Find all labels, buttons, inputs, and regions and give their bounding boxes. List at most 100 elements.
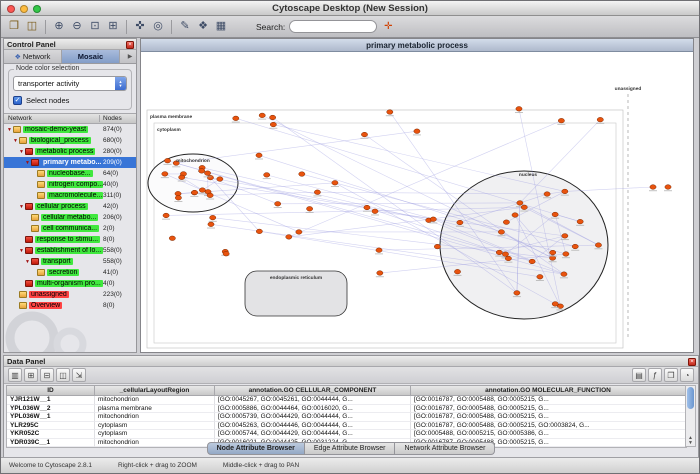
- tree-column-network[interactable]: Network: [4, 115, 100, 122]
- minimize-window-icon[interactable]: [20, 5, 28, 13]
- tree-row-overview[interactable]: Overview8(0): [4, 300, 136, 311]
- tree-row-cellular-metabo[interactable]: cellular metabo...206(0): [4, 212, 136, 223]
- graph-node[interactable]: [274, 202, 282, 209]
- table-row[interactable]: YPL036W__2plasma membrane[GO:0005886, GO…: [7, 405, 686, 414]
- delete-attribute-icon[interactable]: ⊟: [40, 368, 54, 382]
- graph-node[interactable]: [207, 175, 213, 180]
- first-neighbors-icon[interactable]: ✜: [131, 18, 149, 36]
- layout-icon[interactable]: ▦: [212, 18, 230, 36]
- tree-row-establishment-of-lo[interactable]: ▼establishment of lo...558(0): [4, 245, 136, 256]
- graph-node[interactable]: [513, 291, 521, 298]
- graph-node[interactable]: [360, 132, 368, 139]
- table-column-header[interactable]: annotation.GO CELLULAR_COMPONENT: [215, 386, 411, 395]
- zoom-selected-icon[interactable]: ⊡: [86, 18, 104, 36]
- graph-node[interactable]: [551, 212, 559, 219]
- match-attribute-icon[interactable]: ◫: [56, 368, 70, 382]
- graph-node[interactable]: [161, 172, 169, 179]
- table-column-header[interactable]: _cellularLayoutRegion: [95, 386, 215, 395]
- graph-node[interactable]: [562, 252, 570, 258]
- graph-node[interactable]: [223, 251, 229, 256]
- graph-node[interactable]: [413, 129, 421, 136]
- tab-network[interactable]: ❖ Network: [4, 50, 62, 63]
- graph-node[interactable]: [269, 122, 277, 128]
- graph-node[interactable]: [296, 230, 302, 235]
- expander-icon[interactable]: ▼: [18, 149, 25, 155]
- graph-node[interactable]: [198, 188, 206, 195]
- save-session-icon[interactable]: ◫: [23, 18, 41, 36]
- zoom-in-icon[interactable]: ⊕: [50, 18, 68, 36]
- graph-node[interactable]: [561, 189, 569, 196]
- vizmapper-icon[interactable]: ❖: [194, 18, 212, 36]
- tree-row-unassigned[interactable]: unassigned223(0): [4, 289, 136, 300]
- graph-node[interactable]: [543, 192, 551, 199]
- tree-row-response-to-stimu[interactable]: response to stimu...8(0): [4, 234, 136, 245]
- expander-icon[interactable]: ▼: [18, 204, 25, 210]
- attribute-matrix-icon[interactable]: ▤: [632, 368, 646, 382]
- close-panel-icon[interactable]: ×: [126, 41, 134, 49]
- select-nodes-checkbox[interactable]: ✓: [13, 96, 22, 105]
- graph-node[interactable]: [560, 272, 568, 279]
- graph-node[interactable]: [162, 213, 170, 220]
- tab-overflow-arrow-icon[interactable]: ▶: [124, 50, 136, 63]
- tree-row-macromolecule[interactable]: macromolecule...311(0): [4, 190, 136, 201]
- graph-node[interactable]: [551, 302, 559, 309]
- graph-node[interactable]: [512, 213, 518, 218]
- expander-icon[interactable]: ▼: [12, 138, 19, 144]
- table-row[interactable]: YPL036W__1mitochondrion[GO:0005739, GO:0…: [7, 413, 686, 422]
- tree-row-cell-communica[interactable]: cell communica...2(0): [4, 223, 136, 234]
- scrollbar-thumb[interactable]: [687, 387, 694, 409]
- graph-node[interactable]: [503, 220, 509, 225]
- graph-node[interactable]: [209, 215, 217, 222]
- graph-node[interactable]: [495, 250, 503, 256]
- tree-row-multi-organism-pro[interactable]: multi-organism pro...4(0): [4, 278, 136, 289]
- tree-row-mosaic-demo-yeast[interactable]: ▼mosaic-demo-yeast874(0): [4, 124, 136, 135]
- open-session-icon[interactable]: ❐: [5, 18, 23, 36]
- graph-node[interactable]: [207, 222, 215, 229]
- graph-node[interactable]: [199, 169, 205, 174]
- graph-node[interactable]: [536, 274, 544, 281]
- graph-node[interactable]: [376, 271, 384, 278]
- create-attribute-icon[interactable]: ⊞: [24, 368, 38, 382]
- graph-node[interactable]: [313, 190, 321, 197]
- table-scrollbar[interactable]: ▲▼: [685, 385, 696, 447]
- graph-node[interactable]: [529, 259, 535, 264]
- tree-row-nucleobase[interactable]: nucleobase...64(0): [4, 168, 136, 179]
- select-attributes-icon[interactable]: ▥: [8, 368, 22, 382]
- color-attribute-dropdown[interactable]: transporter activity ▲▼: [13, 76, 127, 91]
- expander-icon[interactable]: ▼: [18, 248, 25, 254]
- graph-node[interactable]: [306, 206, 314, 213]
- expander-icon[interactable]: ▼: [24, 259, 31, 265]
- import-attributes-icon[interactable]: ⇲: [72, 368, 86, 382]
- table-row[interactable]: YJR121W__1mitochondrion[GO:0045267, GO:0…: [7, 396, 686, 405]
- expander-icon[interactable]: ▼: [6, 127, 13, 133]
- graph-node[interactable]: [664, 185, 672, 192]
- snapshot-icon[interactable]: ◎: [149, 18, 167, 36]
- zoom-window-icon[interactable]: [33, 5, 41, 13]
- graph-node[interactable]: [206, 193, 214, 200]
- graph-node[interactable]: [192, 190, 198, 195]
- graph-node[interactable]: [561, 234, 569, 241]
- graph-node[interactable]: [576, 219, 584, 226]
- graph-node[interactable]: [256, 229, 262, 234]
- tree-row-secretion[interactable]: secretion41(0): [4, 267, 136, 278]
- graph-node[interactable]: [363, 205, 371, 212]
- tab-edge-attribute-browser[interactable]: Edge Attribute Browser: [305, 442, 396, 455]
- tab-mosaic[interactable]: Mosaic: [62, 50, 120, 63]
- graph-node[interactable]: [258, 113, 266, 120]
- tree-row-metabolic-process[interactable]: ▼metabolic process280(0): [4, 146, 136, 157]
- table-row[interactable]: YLR295Ccytoplasm[GO:0045263, GO:0044446,…: [7, 422, 686, 431]
- zoom-out-icon[interactable]: ⊖: [68, 18, 86, 36]
- table-column-header[interactable]: annotation.GO MOLECULAR_FUNCTION: [411, 386, 686, 395]
- graph-node[interactable]: [596, 117, 604, 124]
- graph-node[interactable]: [270, 115, 276, 120]
- graph-node[interactable]: [375, 248, 383, 255]
- graph-node[interactable]: [255, 153, 263, 160]
- graph-node[interactable]: [594, 243, 602, 250]
- tree-column-nodes[interactable]: Nodes: [100, 115, 136, 122]
- graph-node[interactable]: [557, 118, 565, 125]
- graph-node[interactable]: [371, 209, 379, 216]
- graph-node[interactable]: [454, 269, 462, 276]
- graph-node[interactable]: [174, 195, 182, 202]
- graph-node[interactable]: [520, 205, 528, 212]
- graph-node[interactable]: [571, 244, 579, 251]
